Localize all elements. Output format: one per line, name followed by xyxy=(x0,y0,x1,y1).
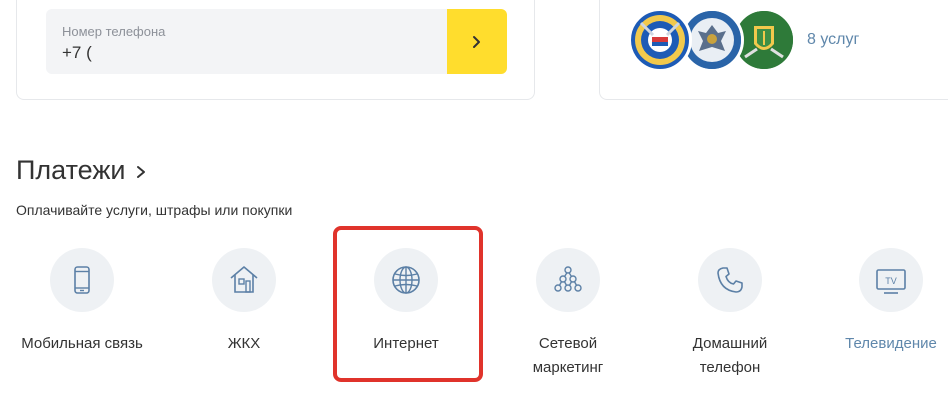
tile-icon-circle: TV xyxy=(859,248,923,312)
services-count-link[interactable]: 8 услуг xyxy=(807,31,859,49)
globe-icon xyxy=(392,266,420,294)
tile-icon-circle xyxy=(374,248,438,312)
tile-icon-circle xyxy=(536,248,600,312)
tile-label: ЖКХ xyxy=(227,335,261,352)
phone-field-label: Номер телефона xyxy=(62,24,166,39)
phone-payment-card: Номер телефона xyxy=(16,0,535,100)
payment-tile-tv[interactable]: TV Телевидение xyxy=(815,248,948,356)
tile-label: Мобильная связь xyxy=(21,335,143,352)
payments-title[interactable]: Платежи xyxy=(16,155,148,186)
chevron-right-icon xyxy=(136,166,145,178)
payments-title-text: Платежи xyxy=(16,155,126,185)
phone-number-field[interactable]: Номер телефона xyxy=(46,9,447,74)
svg-text:TV: TV xyxy=(885,276,897,286)
network-icon xyxy=(554,266,582,292)
tile-label: Домашний телефон xyxy=(692,335,768,376)
house-icon xyxy=(230,266,258,293)
chevron-right-icon xyxy=(473,35,480,48)
phone-handset-icon xyxy=(717,267,743,293)
tile-label: Интернет xyxy=(373,335,439,352)
tile-icon-circle xyxy=(50,248,114,312)
tile-icon-circle xyxy=(212,248,276,312)
payment-tile-mobile[interactable]: Мобильная связь xyxy=(6,248,158,356)
tile-label: Телевидение xyxy=(845,335,937,352)
payment-tile-home-phone[interactable]: Домашний телефон xyxy=(654,248,806,380)
tv-icon: TV xyxy=(876,269,906,294)
gov-services-card[interactable]: 8 услуг xyxy=(599,0,948,100)
gibdd-emblem-icon xyxy=(628,8,692,72)
payment-tile-internet[interactable]: Интернет xyxy=(330,248,482,356)
smartphone-icon xyxy=(74,266,90,294)
tile-label: Сетевой маркетинг xyxy=(532,335,604,376)
tile-icon-circle xyxy=(698,248,762,312)
payments-subtitle: Оплачивайте услуги, штрафы или покупки xyxy=(16,202,293,218)
gov-emblems xyxy=(628,8,796,72)
payment-tile-network-marketing[interactable]: Сетевой маркетинг xyxy=(492,248,644,380)
phone-number-input[interactable] xyxy=(62,43,422,63)
payment-tile-housing[interactable]: ЖКХ xyxy=(168,248,320,356)
phone-submit-button[interactable] xyxy=(447,9,507,74)
